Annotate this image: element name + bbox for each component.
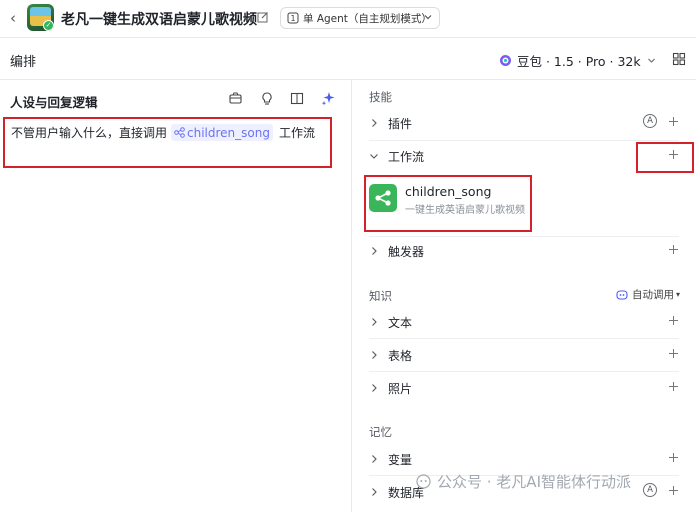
- app-avatar[interactable]: ✓: [27, 4, 54, 31]
- auto-add-icon[interactable]: A: [643, 114, 657, 128]
- skills-section-label: 技能: [369, 90, 392, 104]
- plus-icon[interactable]: [668, 348, 679, 359]
- watermark-text: 公众号 · 老凡AI智能体行动派: [437, 473, 631, 491]
- workflow-card-description: 一键生成英语启蒙儿歌视频: [405, 205, 525, 216]
- photo-label: 照片: [388, 381, 413, 396]
- arrange-bar: 编排 豆包 · 1.5 · Pro · 32k: [0, 38, 696, 80]
- layout-grid-icon[interactable]: [672, 52, 686, 66]
- divider: [369, 371, 679, 372]
- section-title: 编排: [10, 55, 37, 70]
- auto-call-label: 自动调用: [631, 289, 674, 301]
- auto-call-icon: [616, 289, 628, 300]
- workflow-reference-chip[interactable]: children_song: [171, 124, 273, 141]
- chevron-right-icon: [372, 351, 377, 359]
- chevron-right-icon: [372, 455, 377, 463]
- plus-icon[interactable]: [668, 381, 679, 392]
- agent-mode-label: 单 Agent（自主规划模式）: [303, 12, 432, 25]
- auto-add-icon[interactable]: A: [643, 483, 657, 497]
- photo-knowledge-row[interactable]: 照片: [369, 378, 679, 398]
- skills-panel: 技能 插件 A 工作流 children_song 一键生成英语启蒙儿歌视频 触…: [353, 80, 696, 512]
- chevron-right-icon: [372, 247, 377, 255]
- memory-section-label: 记忆: [369, 425, 392, 439]
- split-view-icon[interactable]: [290, 91, 304, 106]
- top-bar: ‹ ✓ 老凡一键生成双语启蒙儿歌视频 1 单 Agent（自主规划模式）: [0, 0, 696, 38]
- lightbulb-icon[interactable]: [260, 91, 274, 106]
- plus-icon[interactable]: [668, 116, 679, 127]
- plus-icon[interactable]: [668, 315, 679, 326]
- workflow-card-icon: [369, 184, 397, 212]
- prompt-editor[interactable]: 不管用户输入什么，直接调用 children_song 工作流: [11, 124, 315, 141]
- variable-label: 变量: [388, 452, 413, 467]
- prompt-prefix: 不管用户输入什么，直接调用: [11, 126, 168, 140]
- workflow-row[interactable]: 工作流: [369, 146, 679, 166]
- watermark: 公众号 · 老凡AI智能体行动派: [416, 471, 631, 492]
- back-icon[interactable]: ‹: [10, 10, 22, 26]
- knowledge-section-label: 知识: [369, 289, 392, 303]
- chevron-down-icon: [647, 58, 655, 63]
- wechat-icon: [416, 474, 431, 489]
- edit-icon[interactable]: [257, 11, 269, 23]
- plus-icon[interactable]: [668, 485, 679, 496]
- plugins-row[interactable]: 插件 A: [369, 113, 679, 133]
- model-name: 豆包 · 1.5 · Pro · 32k: [517, 54, 641, 69]
- workflow-label: 工作流: [388, 149, 425, 164]
- chevron-right-icon: [372, 318, 377, 326]
- add-workflow-highlight-box: [636, 142, 694, 173]
- divider: [369, 236, 679, 237]
- workflow-chip-label: children_song: [187, 125, 270, 140]
- plus-icon[interactable]: [668, 244, 679, 255]
- chevron-down-icon: [370, 154, 378, 159]
- doubao-logo-icon: [500, 55, 511, 66]
- chevron-down-icon: [424, 15, 432, 20]
- chevron-right-icon: [372, 488, 377, 496]
- app-title: 老凡一键生成双语启蒙儿歌视频: [61, 12, 257, 28]
- divider: [369, 338, 679, 339]
- trigger-label: 触发器: [388, 244, 425, 259]
- workflow-card-name[interactable]: children_song: [405, 184, 491, 199]
- table-label: 表格: [388, 348, 413, 363]
- ai-optimize-icon[interactable]: [321, 91, 335, 106]
- template-icon[interactable]: [228, 91, 243, 106]
- caret-down-icon: ▾: [675, 290, 680, 299]
- persona-heading: 人设与回复逻辑: [10, 95, 98, 110]
- persona-panel: 人设与回复逻辑 不管用户输入什么，直接调用 children_song 工作流: [0, 80, 352, 512]
- chevron-right-icon: [372, 384, 377, 392]
- agent-mode-select[interactable]: 1 单 Agent（自主规划模式）: [280, 7, 440, 29]
- text-knowledge-row[interactable]: 文本: [369, 312, 679, 332]
- check-badge-icon: ✓: [43, 20, 54, 31]
- divider: [369, 140, 679, 141]
- plus-icon[interactable]: [668, 452, 679, 463]
- plugins-label: 插件: [388, 116, 413, 131]
- trigger-row[interactable]: 触发器: [369, 241, 679, 261]
- chevron-right-icon: [372, 119, 377, 127]
- model-selector[interactable]: 豆包 · 1.5 · Pro · 32k: [499, 51, 656, 70]
- agent-icon: 1: [287, 12, 299, 24]
- table-knowledge-row[interactable]: 表格: [369, 345, 679, 365]
- variable-row[interactable]: 变量: [369, 449, 679, 469]
- svg-text:1: 1: [290, 14, 295, 23]
- auto-call-select[interactable]: 自动调用 ▾: [616, 287, 680, 302]
- text-label: 文本: [388, 315, 413, 330]
- prompt-suffix: 工作流: [278, 126, 315, 140]
- workflow-icon: [174, 127, 185, 138]
